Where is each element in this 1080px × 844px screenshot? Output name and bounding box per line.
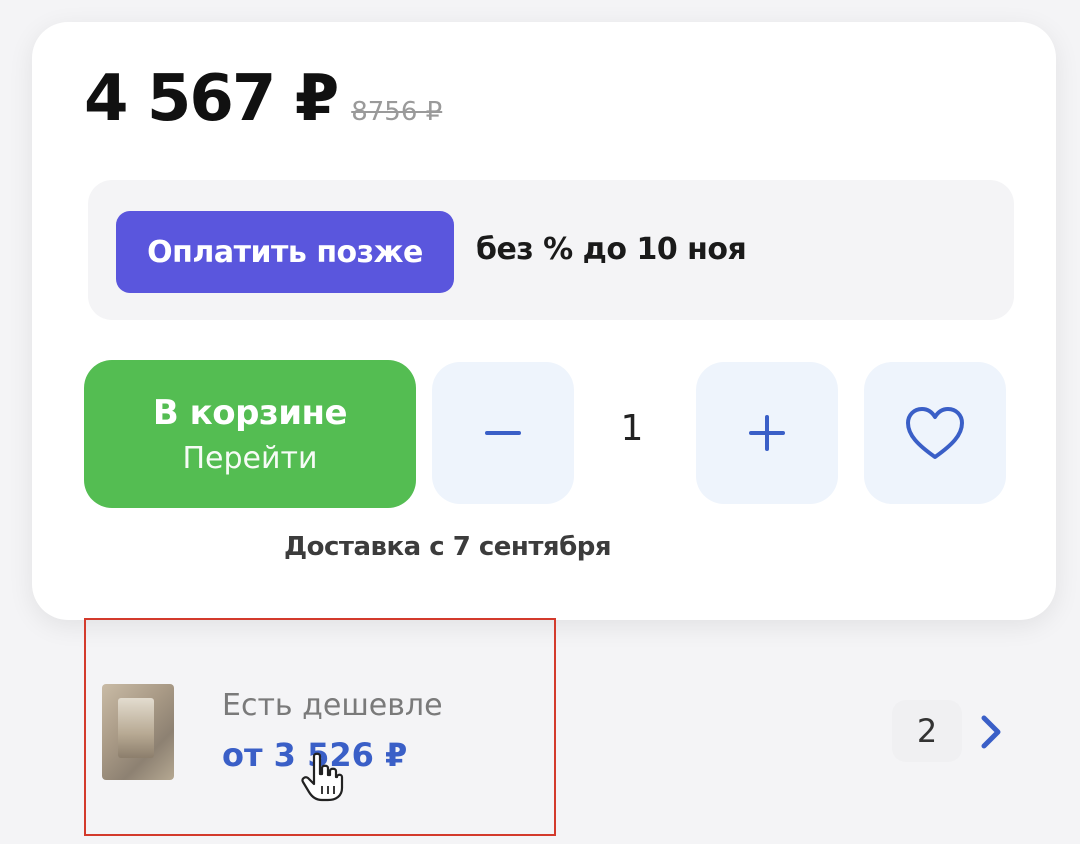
minus-icon: [485, 431, 521, 435]
pay-later-button[interactable]: Оплатить позже: [116, 211, 454, 293]
delivery-date: Доставка с 7 сентября: [284, 532, 612, 562]
increase-quantity-button[interactable]: [696, 362, 838, 504]
old-price: 8756 ₽: [351, 97, 443, 127]
heart-icon: [906, 407, 964, 459]
chevron-right-icon[interactable]: [976, 710, 1006, 754]
installment-terms: без % до 10 ноя: [476, 232, 747, 267]
decrease-quantity-button[interactable]: [432, 362, 574, 504]
product-thumbnail[interactable]: [102, 684, 174, 780]
product-thumbnail-image: [118, 698, 154, 758]
hand-pointer-icon: [301, 752, 344, 802]
current-price: 4 567 ₽: [84, 62, 339, 136]
quantity-value: 1: [620, 408, 644, 449]
go-to-cart-button[interactable]: В корзине Перейти: [84, 360, 416, 508]
cart-button-subtitle: Перейти: [182, 440, 318, 476]
offers-count-badge[interactable]: 2: [892, 700, 962, 762]
price-row: 4 567 ₽ 8756 ₽: [84, 62, 442, 136]
plus-icon: [749, 415, 785, 451]
cheaper-offer-label: Есть дешевле: [222, 688, 443, 723]
add-to-favorites-button[interactable]: [864, 362, 1006, 504]
cart-button-title: В корзине: [152, 392, 348, 433]
